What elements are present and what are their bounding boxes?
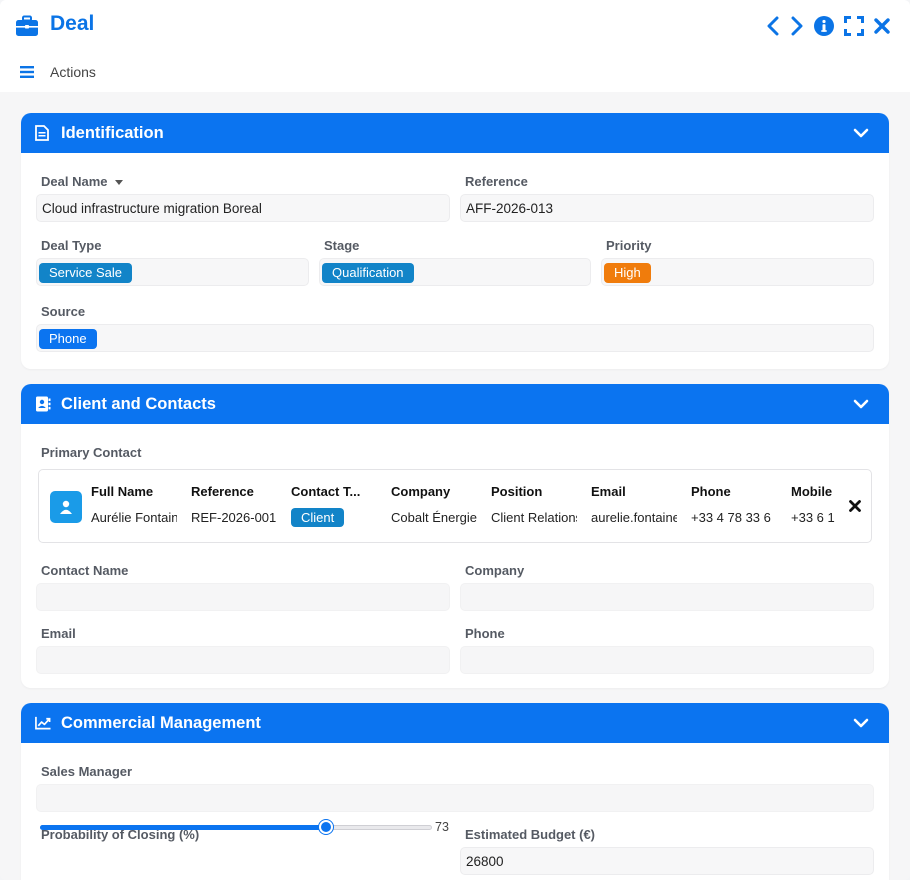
- briefcase-icon: [15, 14, 39, 38]
- stage-badge: Qualification: [322, 263, 414, 283]
- previous-button[interactable]: [762, 14, 784, 38]
- info-button[interactable]: [813, 14, 835, 38]
- contact-col-phone: Phone +33 4 78 33 6: [691, 484, 777, 528]
- document-icon: [35, 125, 51, 141]
- contact-col-email: Email aurelie.fontaine: [591, 484, 677, 528]
- contact-book-icon: [35, 396, 51, 412]
- stage-field[interactable]: Qualification: [319, 258, 591, 286]
- window-title: Deal: [50, 12, 95, 35]
- phone-field[interactable]: [460, 646, 874, 674]
- priority-badge: High: [604, 263, 651, 283]
- slider-thumb[interactable]: [319, 820, 334, 834]
- budget-field[interactable]: 26800: [460, 847, 874, 875]
- commercial-title: Commercial Management: [61, 713, 261, 732]
- contact-name-label: Contact Name: [41, 563, 129, 578]
- source-badge: Phone: [39, 329, 97, 349]
- close-button[interactable]: [871, 14, 893, 38]
- identification-title: Identification: [61, 123, 164, 142]
- sales-manager-field[interactable]: [36, 784, 874, 812]
- hamburger-icon: [20, 66, 34, 78]
- info-icon: [814, 16, 834, 36]
- title-bar: Deal Actions: [0, 0, 910, 92]
- contact-col-mobile: Mobile +33 6 1: [791, 484, 837, 528]
- chevron-right-icon: [791, 16, 803, 36]
- priority-field[interactable]: High: [601, 258, 874, 286]
- email-label: Email: [41, 626, 76, 641]
- reference-field[interactable]: AFF-2026-013: [460, 194, 874, 222]
- contact-col-company: Company Cobalt Énergie: [391, 484, 477, 528]
- company-label: Company: [465, 563, 525, 578]
- commercial-header[interactable]: Commercial Management: [21, 703, 889, 743]
- chevron-left-icon: [767, 16, 779, 36]
- source-field[interactable]: Phone: [36, 324, 874, 352]
- deal-type-label: Deal Type: [41, 238, 102, 253]
- contact-reference: REF-2026-001: [191, 510, 277, 525]
- contact-full-name: Aurélie Fontaine: [91, 510, 177, 525]
- primary-contact-card[interactable]: Full Name Aurélie Fontaine Reference REF…: [38, 469, 872, 543]
- contact-avatar: [50, 491, 82, 523]
- probability-value: 73: [435, 820, 449, 834]
- sort-caret-icon[interactable]: [115, 180, 124, 186]
- actions-menu[interactable]: Actions: [20, 64, 96, 80]
- email-field[interactable]: [36, 646, 450, 674]
- chevron-down-icon[interactable]: [853, 715, 869, 731]
- contact-company: Cobalt Énergie: [391, 510, 477, 525]
- contact-col-type: Contact T... Client: [291, 484, 361, 527]
- contact-name-field[interactable]: [36, 583, 450, 611]
- user-icon: [60, 500, 72, 514]
- chart-line-icon: [35, 715, 51, 731]
- budget-label: Estimated Budget (€): [465, 827, 596, 842]
- sales-manager-label: Sales Manager: [41, 764, 133, 779]
- company-field[interactable]: [460, 583, 874, 611]
- commercial-panel: Commercial Management Sales Manager Prob…: [21, 703, 889, 880]
- probability-slider[interactable]: [38, 819, 432, 835]
- slider-fill: [40, 825, 327, 830]
- source-label: Source: [41, 304, 86, 319]
- phone-label: Phone: [465, 626, 505, 641]
- next-button[interactable]: [786, 14, 808, 38]
- remove-contact-icon[interactable]: [847, 498, 863, 514]
- client-contacts-panel: Client and Contacts Primary Contact Full…: [21, 384, 889, 688]
- stage-label: Stage: [324, 238, 360, 253]
- contact-col-reference: Reference REF-2026-001: [191, 484, 277, 528]
- deal-window: Deal Actions Identification Deal Name Cl…: [0, 0, 910, 880]
- contact-col-full-name: Full Name Aurélie Fontaine: [91, 484, 177, 528]
- expand-icon: [844, 16, 864, 36]
- contact-phone: +33 4 78 33 6: [691, 510, 771, 525]
- deal-type-badge: Service Sale: [39, 263, 132, 283]
- contact-email: aurelie.fontaine: [591, 510, 677, 525]
- chevron-down-icon[interactable]: [853, 125, 869, 141]
- close-icon: [874, 18, 890, 34]
- client-contacts-title: Client and Contacts: [61, 394, 216, 413]
- maximize-button[interactable]: [843, 14, 865, 38]
- identification-header[interactable]: Identification: [21, 113, 889, 153]
- client-contacts-header[interactable]: Client and Contacts: [21, 384, 889, 424]
- chevron-down-icon[interactable]: [853, 396, 869, 412]
- deal-type-field[interactable]: Service Sale: [36, 258, 309, 286]
- contact-mobile: +33 6 1: [791, 510, 835, 525]
- contact-type-badge: Client: [291, 508, 345, 527]
- reference-label: Reference: [465, 174, 528, 189]
- actions-label: Actions: [50, 64, 96, 80]
- contact-col-position: Position Client Relations: [491, 484, 577, 528]
- identification-panel: Identification Deal Name Cloud infrastru…: [21, 113, 889, 369]
- primary-contact-label: Primary Contact: [41, 445, 142, 460]
- priority-label: Priority: [606, 238, 652, 253]
- deal-name-label: Deal Name: [41, 174, 124, 189]
- deal-name-field[interactable]: Cloud infrastructure migration Boreal: [36, 194, 450, 222]
- contact-position: Client Relations: [491, 510, 577, 525]
